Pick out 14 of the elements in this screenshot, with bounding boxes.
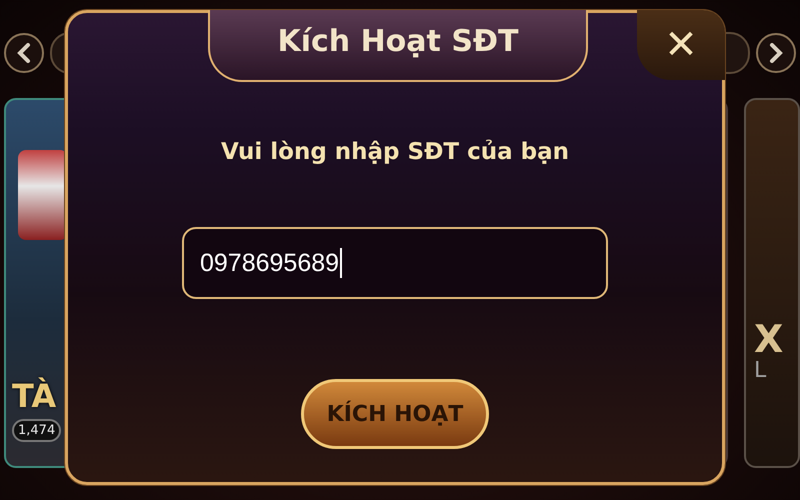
close-button[interactable]: ✕: [637, 10, 725, 80]
previous-button[interactable]: [4, 33, 44, 73]
game-title: X: [754, 320, 784, 358]
game-title: TÀ: [12, 377, 56, 415]
phone-input-field[interactable]: 0978695689: [182, 227, 608, 299]
activate-button[interactable]: KÍCH HOẠT: [301, 379, 489, 449]
game-subtitle: L: [754, 358, 768, 383]
next-button[interactable]: [756, 33, 796, 73]
chevron-left-icon: [16, 43, 32, 63]
player-count: 1,474: [12, 419, 62, 442]
game-card[interactable]: X L: [744, 98, 800, 468]
prompt-text: Vui lòng nhập SĐT của bạn: [221, 139, 569, 165]
dialog-title: Kích Hoạt SĐT: [208, 10, 588, 82]
chevron-right-icon: [768, 43, 784, 63]
